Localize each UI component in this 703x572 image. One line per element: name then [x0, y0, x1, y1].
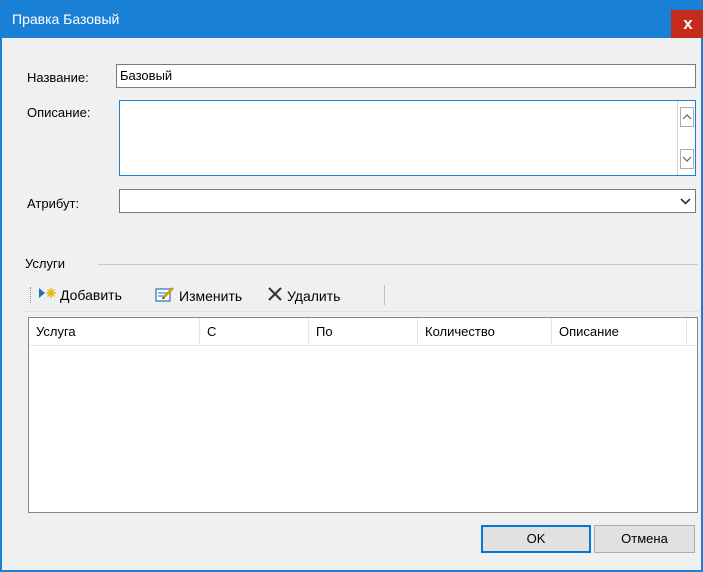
toolbar-grip[interactable]: [30, 287, 33, 303]
scroll-down-button[interactable]: [680, 149, 694, 169]
scroll-up-button[interactable]: [680, 107, 694, 127]
edit-button-label: Изменить: [179, 287, 243, 304]
column-header-service[interactable]: Услуга: [29, 318, 200, 346]
chevron-up-icon: [682, 111, 692, 123]
delete-button[interactable]: Удалить: [267, 286, 340, 305]
chevron-down-icon: [682, 153, 692, 165]
name-field[interactable]: Базовый: [116, 64, 696, 88]
close-icon: x: [683, 14, 693, 33]
description-label: Описание:: [27, 105, 91, 120]
name-field-value: Базовый: [120, 68, 173, 83]
add-button[interactable]: Добавить: [38, 286, 122, 303]
description-field[interactable]: [119, 100, 696, 176]
title-bar[interactable]: Правка Базовый x: [2, 0, 703, 38]
services-toolbar: Добавить Изменить Удалить: [24, 278, 699, 312]
edit-button[interactable]: Изменить: [155, 286, 242, 305]
ok-button[interactable]: OK: [481, 525, 591, 553]
window-title: Правка Базовый: [12, 11, 120, 27]
column-header-description[interactable]: Описание: [552, 318, 687, 346]
table-header: Услуга С По Количество Описание: [29, 318, 697, 346]
column-header-from[interactable]: С: [200, 318, 309, 346]
cancel-button[interactable]: Отмена: [594, 525, 695, 553]
table-body: [29, 347, 697, 512]
group-divider: [98, 264, 698, 265]
column-header-quantity[interactable]: Количество: [418, 318, 552, 346]
edit-dialog: Правка Базовый x Название: Базовый Описа…: [0, 0, 703, 572]
delete-button-label: Удалить: [287, 287, 341, 304]
services-table[interactable]: Услуга С По Количество Описание: [28, 317, 698, 513]
edit-icon: [155, 286, 175, 305]
close-icon: [267, 286, 283, 305]
add-row-icon: [38, 286, 56, 303]
chevron-down-icon: [680, 192, 691, 213]
services-group-label: Услуги: [25, 256, 65, 271]
attribute-label: Атрибут:: [27, 196, 80, 211]
add-button-label: Добавить: [60, 286, 122, 303]
description-scrollbar[interactable]: [677, 101, 695, 175]
column-header-to[interactable]: По: [309, 318, 418, 346]
name-label: Название:: [27, 70, 89, 85]
close-button[interactable]: x: [671, 10, 703, 38]
toolbar-separator: [384, 285, 385, 305]
attribute-select[interactable]: [119, 189, 696, 213]
